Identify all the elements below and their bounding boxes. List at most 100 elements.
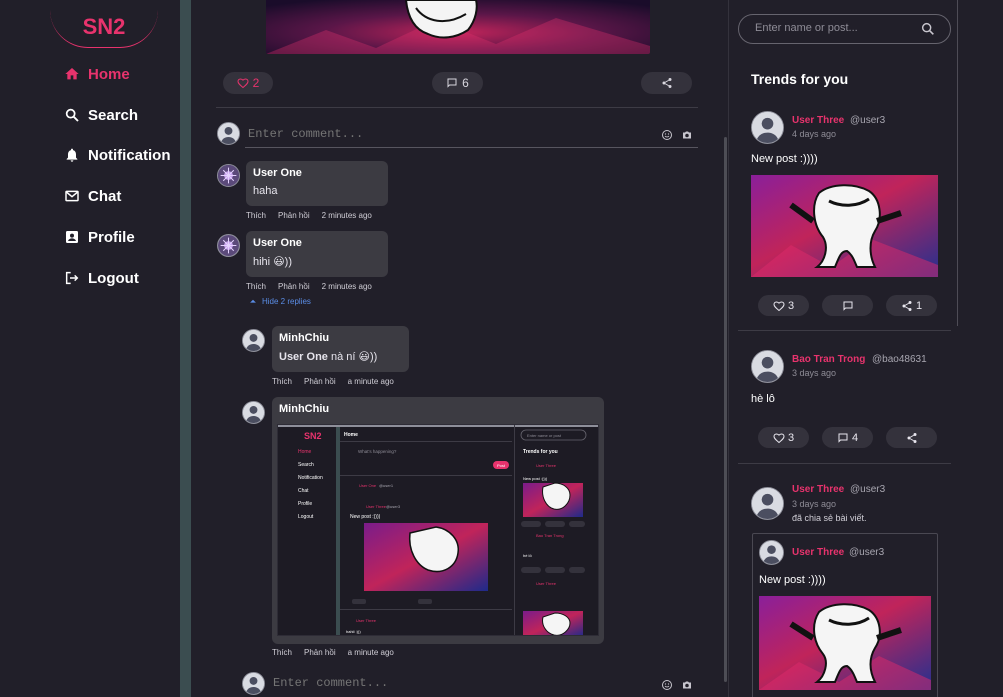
like-comment-link[interactable]: Thích xyxy=(272,377,292,386)
sidebar-item-chat[interactable]: Chat xyxy=(64,185,121,207)
trend-handle: @bao48631 xyxy=(872,354,927,365)
comment-input-underline xyxy=(245,147,698,148)
trend-author[interactable]: Bao Tran Trong xyxy=(792,354,865,365)
avatar xyxy=(217,164,240,187)
comment-time: 2 minutes ago xyxy=(321,211,372,220)
trend-share-button[interactable]: 1 xyxy=(886,295,937,316)
svg-text:New post :)))): New post :)))) xyxy=(523,476,548,481)
left-sidebar: SN2 Home Search Notification Chat Profil… xyxy=(0,0,180,697)
comment-meta: Thích Phản hồi 2 minutes ago xyxy=(246,282,384,291)
avatar xyxy=(217,234,240,257)
trend-like-button[interactable]: 3 xyxy=(758,295,809,316)
svg-text:Trends for you: Trends for you xyxy=(523,449,558,455)
sidebar-item-profile[interactable]: Profile xyxy=(64,226,135,248)
trend-author[interactable]: User Three xyxy=(792,484,844,495)
avatar[interactable] xyxy=(759,540,784,565)
comment-icon xyxy=(447,78,457,88)
reply-comment-link[interactable]: Phản hồi xyxy=(304,648,336,657)
reply-bubble: MinhChiu User One nà ní 😃)) xyxy=(272,326,409,372)
comment-bubble: User One haha xyxy=(246,161,388,206)
profile-card-icon xyxy=(64,229,80,245)
sidebar-item-label: Home xyxy=(88,65,130,83)
reply-comment-link[interactable]: Phản hồi xyxy=(278,282,310,291)
like-count: 2 xyxy=(252,76,260,90)
trend-text: New post :)))) xyxy=(751,153,818,165)
svg-text:@user1: @user1 xyxy=(379,483,394,488)
comment-text: haha xyxy=(253,185,278,197)
emoji-icon[interactable] xyxy=(661,129,673,141)
reply-meta: Thích Phản hồi a minute ago xyxy=(272,377,406,386)
post-image[interactable] xyxy=(266,0,650,54)
search-box[interactable] xyxy=(738,14,951,44)
svg-text:Logout: Logout xyxy=(298,514,314,520)
svg-text:Post: Post xyxy=(497,463,506,468)
app-logo[interactable]: SN2 xyxy=(50,0,158,48)
comment-input[interactable] xyxy=(248,127,628,141)
trend-share-button[interactable] xyxy=(886,427,937,448)
trend-comment-button[interactable]: 4 xyxy=(822,427,873,448)
comment-author[interactable]: User One xyxy=(253,167,381,179)
shared-author[interactable]: User Three xyxy=(792,547,844,558)
trend-like-button[interactable]: 3 xyxy=(758,427,809,448)
svg-text:User Three: User Three xyxy=(536,581,557,586)
comment-icon xyxy=(843,301,852,311)
shared-post-card[interactable]: User Three @user3 New post :)))) xyxy=(752,533,938,697)
reply-comment-link[interactable]: Phản hồi xyxy=(304,377,336,386)
trend-time: 3 days ago xyxy=(792,368,837,378)
trend-author[interactable]: User Three xyxy=(792,115,844,126)
sidebar-item-logout[interactable]: Logout xyxy=(64,267,139,289)
emoji-smiley: 😃 xyxy=(273,255,285,268)
svg-text:Home: Home xyxy=(298,449,312,455)
svg-text:Enter name or post: Enter name or post xyxy=(527,433,562,438)
like-comment-link[interactable]: Thích xyxy=(246,282,266,291)
sidebar-item-search[interactable]: Search xyxy=(64,104,138,126)
reply-input[interactable] xyxy=(273,676,633,690)
sidebar-item-label: Logout xyxy=(88,269,139,287)
sidebar-item-notification[interactable]: Notification xyxy=(64,144,171,166)
reply-author[interactable]: MinhChiu xyxy=(279,403,597,415)
svg-text:User One: User One xyxy=(359,483,377,488)
hide-replies-toggle[interactable]: Hide 2 replies xyxy=(248,296,311,306)
like-button[interactable]: 2 xyxy=(223,72,273,94)
comment-button[interactable]: 6 xyxy=(432,72,483,94)
trend-image[interactable] xyxy=(751,175,938,277)
divider xyxy=(738,463,951,464)
share-button[interactable] xyxy=(641,72,692,94)
like-comment-link[interactable]: Thích xyxy=(246,211,266,220)
share-icon xyxy=(907,432,916,443)
shared-handle: @user3 xyxy=(849,547,885,558)
svg-text:Search: Search xyxy=(298,462,314,468)
trend-text: hè lô xyxy=(751,393,775,405)
comment-author[interactable]: User One xyxy=(253,237,381,249)
trend-shared-label: đã chia sẻ bài viết. xyxy=(792,513,867,523)
svg-text:What's happening?: What's happening? xyxy=(358,449,397,454)
logout-icon xyxy=(64,270,80,286)
avatar[interactable] xyxy=(751,350,784,383)
home-icon xyxy=(64,66,80,82)
emoji-icon[interactable] xyxy=(661,679,673,691)
trend-comment-button[interactable] xyxy=(822,295,873,316)
like-comment-link[interactable]: Thích xyxy=(272,648,292,657)
camera-icon[interactable] xyxy=(681,679,693,691)
right-scrollbar[interactable] xyxy=(957,0,958,326)
mention-link[interactable]: User One xyxy=(279,351,328,363)
svg-text:hè lô: hè lô xyxy=(523,553,532,558)
avatar[interactable] xyxy=(751,487,784,520)
trend-handle: @user3 xyxy=(850,484,886,495)
avatar[interactable] xyxy=(751,111,784,144)
shared-image[interactable] xyxy=(759,596,931,690)
search-input[interactable] xyxy=(755,22,915,34)
comment-attached-image[interactable]: SN2 Home Search Notification Chat Profil… xyxy=(277,424,599,636)
chevron-up-icon xyxy=(250,299,256,303)
svg-text:User Three: User Three xyxy=(536,463,557,468)
heart-icon xyxy=(237,78,249,89)
main-scrollbar[interactable] xyxy=(724,137,727,682)
search-icon[interactable] xyxy=(920,21,936,37)
share-icon xyxy=(902,300,912,311)
heart-icon xyxy=(773,300,785,311)
comment-count: 6 xyxy=(462,76,469,90)
camera-icon[interactable] xyxy=(681,129,693,141)
reply-comment-link[interactable]: Phản hồi xyxy=(278,211,310,220)
reply-author[interactable]: MinhChiu xyxy=(279,332,402,344)
sidebar-item-home[interactable]: Home xyxy=(64,63,130,85)
